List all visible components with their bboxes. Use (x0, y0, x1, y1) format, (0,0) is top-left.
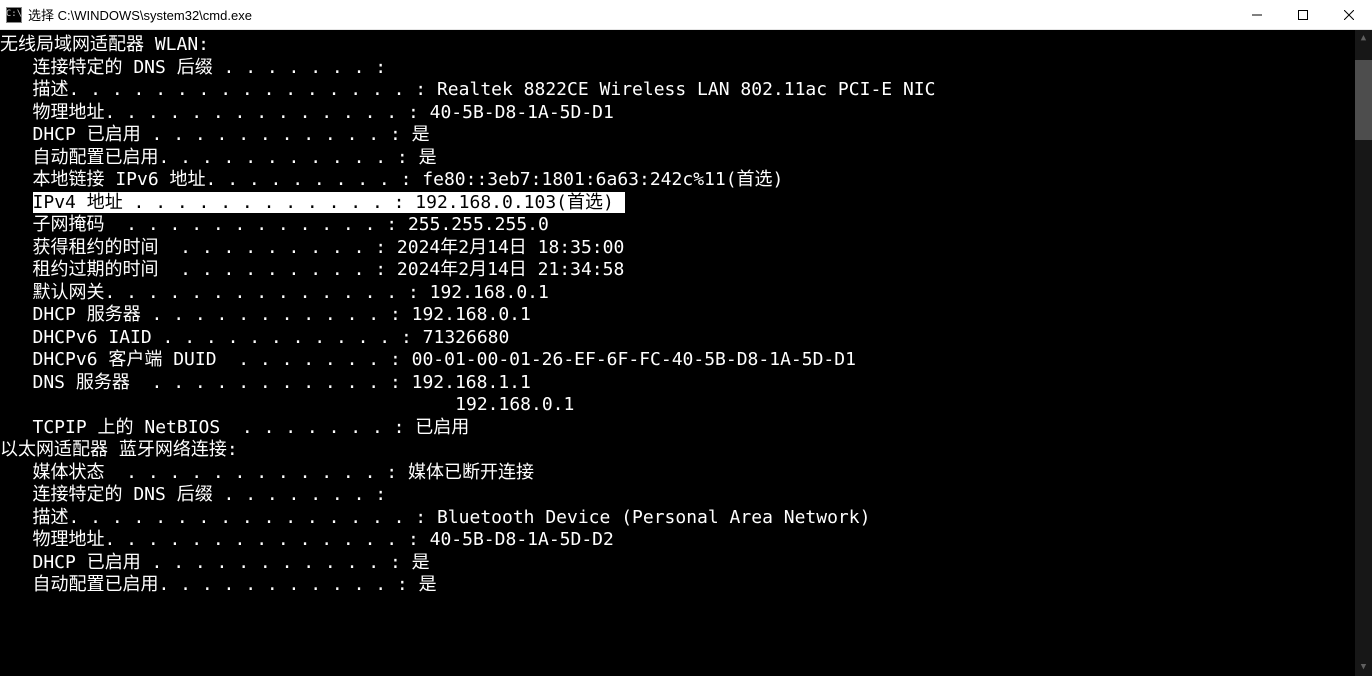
terminal-line[interactable]: DHCPv6 IAID . . . . . . . . . . . : 7132… (0, 327, 1355, 350)
scrollbar-track[interactable]: ▲ ▼ (1355, 30, 1372, 676)
terminal-line[interactable]: 默认网关. . . . . . . . . . . . . . : 192.16… (0, 282, 1355, 305)
window-controls (1234, 0, 1372, 30)
cmd-icon: C:\ (6, 7, 22, 23)
maximize-icon (1298, 10, 1308, 20)
terminal-line[interactable]: DNS 服务器 . . . . . . . . . . . : 192.168.… (0, 372, 1355, 395)
titlebar[interactable]: C:\ 选择 C:\WINDOWS\system32\cmd.exe (0, 0, 1372, 30)
maximize-button[interactable] (1280, 0, 1326, 30)
terminal-line[interactable]: DHCP 服务器 . . . . . . . . . . . : 192.168… (0, 304, 1355, 327)
terminal-content[interactable]: 无线局域网适配器 WLAN: 连接特定的 DNS 后缀 . . . . . . … (0, 30, 1355, 597)
scrollbar-thumb[interactable] (1355, 60, 1372, 140)
terminal[interactable]: 无线局域网适配器 WLAN: 连接特定的 DNS 后缀 . . . . . . … (0, 30, 1372, 676)
terminal-line[interactable]: 子网掩码 . . . . . . . . . . . . : 255.255.2… (0, 214, 1355, 237)
terminal-line[interactable]: 媒体状态 . . . . . . . . . . . . : 媒体已断开连接 (0, 462, 1355, 485)
terminal-line[interactable]: 无线局域网适配器 WLAN: (0, 34, 1355, 57)
terminal-line[interactable]: 租约过期的时间 . . . . . . . . . : 2024年2月14日 2… (0, 259, 1355, 282)
terminal-line[interactable]: 描述. . . . . . . . . . . . . . . . : Real… (0, 79, 1355, 102)
terminal-line[interactable]: TCPIP 上的 NetBIOS . . . . . . . : 已启用 (0, 417, 1355, 440)
terminal-line[interactable]: 自动配置已启用. . . . . . . . . . . : 是 (0, 147, 1355, 170)
highlighted-selection[interactable]: IPv4 地址 . . . . . . . . . . . . : 192.16… (33, 192, 625, 213)
titlebar-left: C:\ 选择 C:\WINDOWS\system32\cmd.exe (0, 5, 252, 24)
scrollbar-down-arrow-icon[interactable]: ▼ (1355, 659, 1372, 676)
terminal-line[interactable]: 本地链接 IPv6 地址. . . . . . . . . : fe80::3e… (0, 169, 1355, 192)
terminal-line[interactable]: DHCP 已启用 . . . . . . . . . . . : 是 (0, 124, 1355, 147)
terminal-line[interactable]: 自动配置已启用. . . . . . . . . . . : 是 (0, 574, 1355, 597)
terminal-line[interactable]: IPv4 地址 . . . . . . . . . . . . : 192.16… (0, 192, 1355, 215)
close-icon (1344, 10, 1354, 20)
terminal-line[interactable]: 192.168.0.1 (0, 394, 1355, 417)
terminal-line[interactable]: 物理地址. . . . . . . . . . . . . . : 40-5B-… (0, 102, 1355, 125)
terminal-line[interactable]: 物理地址. . . . . . . . . . . . . . : 40-5B-… (0, 529, 1355, 552)
terminal-line[interactable]: DHCPv6 客户端 DUID . . . . . . . : 00-01-00… (0, 349, 1355, 372)
close-button[interactable] (1326, 0, 1372, 30)
minimize-button[interactable] (1234, 0, 1280, 30)
terminal-line[interactable]: DHCP 已启用 . . . . . . . . . . . : 是 (0, 552, 1355, 575)
scrollbar-up-arrow-icon[interactable]: ▲ (1355, 30, 1372, 47)
terminal-line[interactable]: 以太网适配器 蓝牙网络连接: (0, 439, 1355, 462)
terminal-line[interactable]: 连接特定的 DNS 后缀 . . . . . . . : (0, 484, 1355, 507)
terminal-line[interactable]: 描述. . . . . . . . . . . . . . . . : Blue… (0, 507, 1355, 530)
window-title: 选择 C:\WINDOWS\system32\cmd.exe (28, 5, 252, 24)
terminal-line[interactable]: 获得租约的时间 . . . . . . . . . : 2024年2月14日 1… (0, 237, 1355, 260)
minimize-icon (1252, 10, 1262, 20)
terminal-line[interactable]: 连接特定的 DNS 后缀 . . . . . . . : (0, 57, 1355, 80)
